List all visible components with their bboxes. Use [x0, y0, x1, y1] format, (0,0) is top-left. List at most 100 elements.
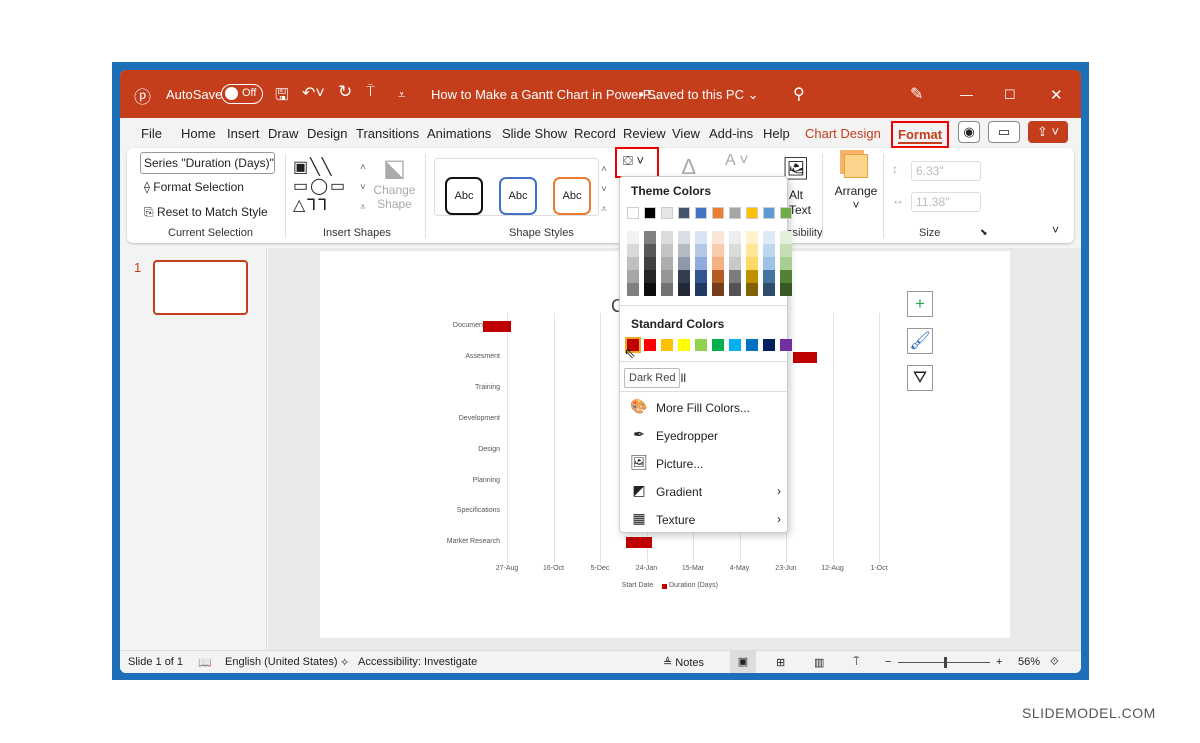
theme-shade-swatch[interactable] — [661, 257, 673, 270]
theme-shade-swatch[interactable] — [729, 270, 741, 283]
styles-gallery-scroll[interactable]: ˄ ˅ ⩡ — [601, 160, 607, 220]
designer-pen-icon[interactable]: ✎ — [910, 84, 923, 104]
standard-color-swatch[interactable] — [678, 339, 690, 351]
theme-shade-swatch[interactable] — [746, 257, 758, 270]
theme-shade-swatch[interactable] — [712, 244, 724, 257]
size-dialog-launcher-icon[interactable]: ⬊ — [980, 227, 988, 238]
chart-elements-button[interactable]: + — [907, 291, 933, 317]
style-orange-outline[interactable]: Abc — [553, 177, 591, 215]
theme-shade-swatch[interactable] — [746, 244, 758, 257]
theme-shade-swatch[interactable] — [695, 257, 707, 270]
theme-shade-swatch[interactable] — [627, 283, 639, 296]
shape-fill-button[interactable]: ⛋ ˅ — [615, 147, 659, 178]
theme-shade-swatch[interactable] — [644, 244, 656, 257]
standard-color-swatch[interactable] — [712, 339, 724, 351]
zoom-slider[interactable] — [898, 657, 990, 668]
slide-sorter-icon[interactable]: ⊞ — [776, 656, 785, 669]
tab-transitions[interactable]: Transitions — [356, 126, 419, 141]
theme-shade-swatch[interactable] — [695, 244, 707, 257]
selection-dropdown[interactable]: Series "Duration (Days)" ˅ — [140, 152, 275, 174]
theme-shade-swatch[interactable] — [746, 283, 758, 296]
tab-home[interactable]: Home — [181, 126, 216, 141]
menu-item-more-fill-colors[interactable]: 🎨 More Fill Colors... — [630, 397, 785, 419]
standard-color-swatch[interactable] — [695, 339, 707, 351]
chart-styles-brush-icon[interactable]: 🖌 — [907, 328, 933, 354]
menu-item-eyedropper[interactable]: ✒ Eyedropper — [630, 425, 785, 447]
collapse-ribbon-icon[interactable]: ˅ — [1052, 223, 1059, 237]
theme-color-swatch[interactable] — [678, 207, 690, 219]
normal-view-icon[interactable]: ▣ — [730, 651, 756, 673]
theme-shade-swatch[interactable] — [780, 231, 792, 244]
shapes-gallery[interactable]: ▣╲╲ ▭◯▭ △⅂⅂ — [293, 158, 357, 216]
language[interactable]: English (United States) — [225, 656, 338, 668]
standard-color-swatch[interactable] — [763, 339, 775, 351]
save-icon[interactable]: 🖫 — [275, 84, 289, 111]
tab-record[interactable]: Record — [574, 126, 616, 141]
theme-color-swatch[interactable] — [729, 207, 741, 219]
theme-shade-swatch[interactable] — [729, 231, 741, 244]
theme-shade-swatch[interactable] — [661, 270, 673, 283]
standard-color-swatch[interactable] — [746, 339, 758, 351]
close-icon[interactable]: ✕ — [1050, 86, 1063, 104]
minimize-icon[interactable]: — — [960, 87, 973, 102]
theme-shade-swatch[interactable] — [695, 231, 707, 244]
theme-color-swatch[interactable] — [763, 207, 775, 219]
theme-shade-swatch[interactable] — [695, 270, 707, 283]
reset-style-button[interactable]: ⎘ Reset to Match Style — [144, 205, 268, 220]
theme-shade-swatch[interactable] — [661, 244, 673, 257]
standard-color-swatch[interactable] — [644, 339, 656, 351]
tab-animations[interactable]: Animations — [427, 126, 491, 141]
theme-shade-swatch[interactable] — [763, 270, 775, 283]
theme-color-swatch[interactable] — [627, 207, 639, 219]
theme-shade-swatch[interactable] — [780, 244, 792, 257]
standard-color-swatch[interactable] — [729, 339, 741, 351]
theme-shade-swatch[interactable] — [661, 231, 673, 244]
share-button[interactable]: ⇪ ˅ — [1028, 121, 1068, 143]
slide-thumbnail[interactable] — [153, 260, 248, 315]
theme-shade-swatch[interactable] — [627, 244, 639, 257]
notes-button[interactable]: ≜ Notes — [663, 656, 704, 669]
theme-shade-swatch[interactable] — [780, 270, 792, 283]
theme-shade-swatch[interactable] — [644, 257, 656, 270]
format-selection-button[interactable]: ⟠ Format Selection — [144, 180, 244, 194]
present-icon[interactable]: ⍑ — [366, 83, 375, 100]
tab-design[interactable]: Design — [307, 126, 347, 141]
tab-view[interactable]: View — [672, 126, 700, 141]
redo-icon[interactable]: ↻ — [338, 82, 352, 102]
theme-shade-swatch[interactable] — [661, 283, 673, 296]
tab-help[interactable]: Help — [763, 126, 790, 141]
tab-draw[interactable]: Draw — [268, 126, 298, 141]
tab-insert[interactable]: Insert — [227, 126, 260, 141]
search-icon[interactable]: ⚲ — [793, 84, 805, 104]
comments-button[interactable]: ▭ — [988, 121, 1020, 143]
height-input[interactable]: 6.33" — [911, 161, 981, 181]
theme-shade-swatch[interactable] — [644, 270, 656, 283]
theme-shade-swatch[interactable] — [763, 231, 775, 244]
theme-shade-swatch[interactable] — [627, 270, 639, 283]
save-status[interactable]: • Saved to this PC ⌄ — [639, 87, 759, 103]
tab-file[interactable]: File — [141, 126, 162, 141]
menu-item-picture[interactable]: 🖼 Picture... — [630, 453, 785, 475]
duration-bar[interactable] — [482, 321, 511, 332]
theme-shade-swatch[interactable] — [644, 283, 656, 296]
reading-view-icon[interactable]: ▥ — [814, 656, 824, 669]
theme-shade-swatch[interactable] — [695, 283, 707, 296]
customize-toolbar-icon[interactable]: ⩡ — [398, 87, 405, 103]
autosave-toggle[interactable]: Off — [221, 84, 263, 104]
shapes-gallery-scroll[interactable]: ˄ ˅ ⩡ — [360, 158, 366, 218]
style-black-outline[interactable]: Abc — [445, 177, 483, 215]
theme-shade-swatch[interactable] — [627, 231, 639, 244]
menu-item-texture[interactable]: ▦ Texture › — [630, 509, 785, 531]
theme-shade-swatch[interactable] — [780, 283, 792, 296]
theme-shade-swatch[interactable] — [678, 283, 690, 296]
accessibility-status[interactable]: Accessibility: Investigate — [358, 656, 477, 668]
theme-color-swatch[interactable] — [661, 207, 673, 219]
style-blue-outline[interactable]: Abc — [499, 177, 537, 215]
standard-color-swatch[interactable] — [661, 339, 673, 351]
tab-chart-design[interactable]: Chart Design — [805, 126, 881, 141]
slideshow-icon[interactable]: ⍑ — [853, 656, 860, 669]
theme-color-swatch[interactable] — [695, 207, 707, 219]
theme-shade-swatch[interactable] — [712, 283, 724, 296]
theme-shade-swatch[interactable] — [678, 231, 690, 244]
record-button[interactable]: ◉ — [958, 121, 980, 143]
